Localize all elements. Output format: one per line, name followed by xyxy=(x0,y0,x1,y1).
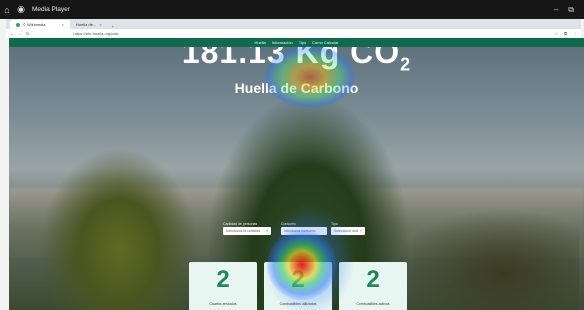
nav-link-huella[interactable]: Huella xyxy=(254,40,265,45)
field-label: Tipo xyxy=(331,222,338,226)
field-label: Consumo xyxy=(281,222,296,226)
field-group: Tipo Seleccione una ▾ xyxy=(331,222,365,235)
home-icon[interactable]: ⌂ xyxy=(0,0,14,19)
url-field[interactable]: https://site.huella.org/calc xyxy=(73,31,118,36)
stat-label: Combustibles utilizados xyxy=(279,302,317,306)
minimize-button[interactable]: – xyxy=(554,5,558,15)
stat-card: 2 Combustibles utilizados xyxy=(264,262,332,310)
reload-icon[interactable]: ↻ xyxy=(26,31,29,36)
people-select[interactable]: Introduzca la cantidad ▾ xyxy=(223,227,271,235)
web-page: 181.13 Kg CO2 Huella Información Tips Có… xyxy=(9,38,584,310)
background-plant xyxy=(389,208,579,310)
browser-tab[interactable]: Huella de... × xyxy=(70,20,108,29)
stat-label: Combustibles activos xyxy=(356,302,390,306)
screen-frame: ⌂ ◉ Media Player – ⧉ © Wikimedia × Huell… xyxy=(0,0,584,310)
favicon-icon xyxy=(16,22,20,27)
close-tab-icon[interactable]: × xyxy=(62,22,64,27)
browser-tab-strip: © Wikimedia × Huella de... × + xyxy=(6,19,581,29)
star-icon[interactable]: ☆ xyxy=(555,31,559,36)
nav-link-informacion[interactable]: Información xyxy=(272,40,293,45)
top-nav: Huella Información Tips Cómo Calcular xyxy=(9,38,584,47)
media-player-titlebar: ⌂ ◉ Media Player – ⧉ xyxy=(0,0,584,19)
stats-cards: 2 Cuartos enviados 2 Combustibles utiliz… xyxy=(189,262,407,310)
tab-label: Huella de... xyxy=(76,22,97,27)
field-label: Cantidad de personas xyxy=(223,222,258,226)
stat-number: 2 xyxy=(291,266,305,293)
tab-label: © Wikimedia xyxy=(23,22,46,27)
type-select[interactable]: Seleccione una ▾ xyxy=(331,227,365,235)
stat-label: Cuartos enviados xyxy=(209,302,237,306)
stat-number: 2 xyxy=(366,266,380,293)
background-plant xyxy=(39,148,199,310)
stat-card: 2 Cuartos enviados xyxy=(189,262,257,310)
stat-card: 2 Combustibles activos xyxy=(339,262,407,310)
player-title: Media Player xyxy=(32,6,70,13)
page-subtitle: Huella de Carbono xyxy=(234,80,359,96)
browser-tab-active[interactable]: © Wikimedia × xyxy=(10,20,70,29)
chevron-down-icon: ▾ xyxy=(360,229,362,233)
menu-icon[interactable]: ⋮ xyxy=(573,31,577,36)
field-group: Cantidad de personas Introduzca la canti… xyxy=(223,222,271,235)
consumption-input[interactable]: Introduzca consumo xyxy=(281,227,327,235)
back-icon[interactable]: ← xyxy=(10,31,14,36)
app-icon: ◉ xyxy=(17,4,25,14)
restore-button[interactable]: ⧉ xyxy=(568,5,574,15)
nav-link-como-calcular[interactable]: Cómo Calcular xyxy=(312,40,338,45)
extensions-icon[interactable]: ⧉ xyxy=(564,31,567,36)
chevron-down-icon: ▾ xyxy=(266,229,268,233)
stat-number: 2 xyxy=(216,266,230,293)
nav-link-tips[interactable]: Tips xyxy=(299,40,306,45)
field-group: Consumo Introduzca consumo xyxy=(281,222,327,235)
address-bar: ← → ↻ https://site.huella.org/calc ☆ ⧉ ⋮ xyxy=(6,29,581,38)
close-tab-icon[interactable]: × xyxy=(99,22,101,27)
forward-icon[interactable]: → xyxy=(18,31,22,36)
